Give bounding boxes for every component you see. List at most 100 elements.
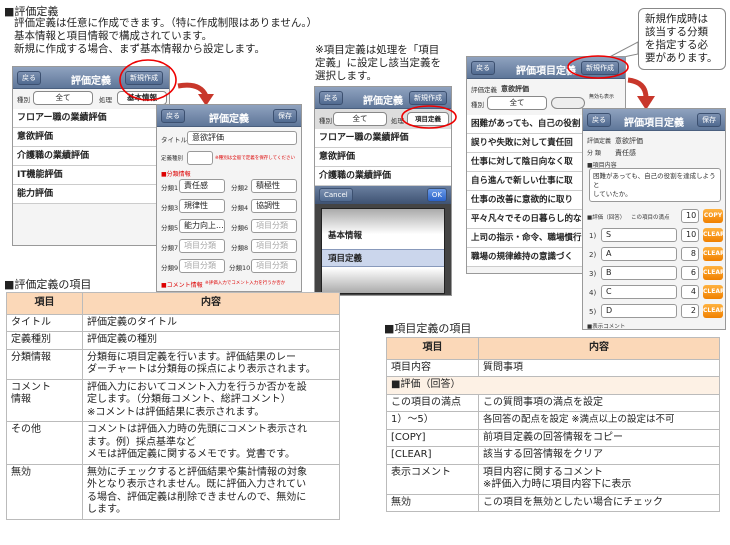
list-item[interactable]: IT機能評価 (13, 166, 169, 185)
type-select[interactable]: 全て (487, 96, 547, 110)
clear-button[interactable]: CLEAR (703, 304, 725, 318)
cat-label: 分類6 (231, 224, 249, 232)
cell-item: 項目内容 (386, 358, 479, 377)
cat-input[interactable]: 責任感 (179, 179, 225, 193)
answer-input[interactable]: B (601, 266, 677, 280)
cat-input[interactable]: 項目分類 (179, 239, 225, 253)
clear-button[interactable]: CLEAR (703, 247, 725, 261)
cat-input[interactable]: 項目分類 (251, 239, 297, 253)
cell-content: この項目を無効としたい場合にチェック (478, 493, 720, 512)
proc-label: 処理 (99, 96, 112, 104)
cat-label: 分 類 (587, 150, 601, 157)
type-label: 種別 (319, 117, 332, 125)
note-line: 選択します。 (315, 70, 377, 82)
cat-input[interactable]: 協調性 (251, 199, 297, 213)
nav-bar: 戻る 評価定義 保存 (157, 105, 301, 127)
list-item[interactable]: フロアー職の業績評価 (315, 129, 451, 148)
save-button[interactable]: 保存 (697, 113, 721, 127)
list-item[interactable]: 介護職の業績評価 (13, 147, 169, 166)
table-row: 無効 この項目を無効としたい場合にチェック (386, 493, 720, 512)
cat-label: 分類5 (161, 224, 179, 232)
list-item[interactable]: 能力評価 (13, 185, 169, 204)
clear-button[interactable]: CLEAR (703, 285, 725, 299)
score-input[interactable]: 8 (681, 247, 699, 261)
clear-button[interactable]: CLEAR (703, 228, 725, 242)
score-input[interactable]: 4 (681, 285, 699, 299)
col-header: 内容 (478, 337, 720, 360)
cancel-button[interactable]: Cancel (319, 188, 353, 202)
def-value: 意欲評価 (615, 137, 643, 145)
max-input[interactable]: 10 (681, 209, 699, 223)
col-header: 項目 (6, 292, 83, 315)
cat-input[interactable]: 項目分類 (179, 259, 225, 273)
item-text-line: 困難があっても、自己の役割を達成しようと (593, 172, 716, 189)
ok-button[interactable]: OK (426, 188, 447, 202)
table-row: [CLEAR] 該当する回答情報をクリア (386, 446, 720, 465)
score-input[interactable]: 10 (681, 228, 699, 242)
cell-content: この質問事項の満点を設定 (478, 393, 720, 412)
note-line: 定義」に設定し該当定義を (315, 57, 441, 69)
cell-content: 評価定義の種別 (82, 331, 340, 350)
type-select[interactable]: 全て (33, 91, 93, 105)
answer-input[interactable]: A (601, 247, 677, 261)
picker-option[interactable]: 基本情報 (328, 229, 362, 241)
list-item[interactable]: 意欲評価 (315, 148, 451, 167)
answer-input[interactable]: S (601, 228, 677, 242)
type-select[interactable]: 全て (333, 112, 387, 126)
cell-item: タイトル (6, 313, 83, 332)
cat-label: 分類2 (231, 184, 249, 192)
cell-content: 該当する回答情報をクリア (478, 446, 720, 465)
cell-item: 1）～5） (386, 411, 479, 430)
cell-content: 評価入力においてコメント入力を行うか否かを設 定します。（分類毎コメント、総評コ… (82, 378, 340, 422)
cell-item: 表示コメント (386, 463, 479, 495)
phone-eval-edit: 戻る 評価定義 保存 タイトル 意欲評価 定義種別 ※種別は全般で定義を保存して… (156, 104, 302, 292)
picker-wheel[interactable]: 基本情報 項目定義 (321, 208, 445, 294)
answer-number: 5) (589, 308, 597, 316)
cell-content: 各回答の配点を設定 ※満点以上の設定は不可 (478, 411, 720, 430)
intro-line: 基本情報と項目情報で構成されています。 (14, 30, 213, 42)
cat-input[interactable]: 項目分類 (251, 259, 297, 273)
cell-item: 定義種別 (6, 331, 83, 350)
comment-header: ■コメント情報 (161, 282, 203, 289)
cat-input[interactable]: 規律性 (179, 199, 225, 213)
table-row: 分類情報 分類毎に項目定義を行います。評価結果のレー ダーチャートは分類毎の採点… (6, 348, 340, 380)
title-input[interactable]: 意欲評価 (187, 131, 297, 145)
table-row: タイトル 評価定義のタイトル (6, 313, 340, 332)
max-label: この項目の満点 (631, 215, 670, 221)
cell-content: 項目内容に関するコメント ※評価入力時に項目内容下に表示 (478, 463, 720, 495)
new-button[interactable]: 新規作成 (409, 91, 447, 105)
clear-button[interactable]: CLEAR (703, 266, 725, 280)
table-row: [COPY] 前項目定義の回答情報をコピー (386, 428, 720, 447)
toggle-switch[interactable] (551, 97, 585, 109)
eval-label: ■評価（回答） (587, 215, 626, 221)
copy-button[interactable]: COPY (703, 209, 723, 223)
save-button[interactable]: 保存 (273, 109, 297, 123)
toggle-label: 無効も表示 (589, 94, 615, 100)
cat-label: 分類9 (161, 264, 179, 272)
list-item[interactable]: フロアー職の業績評価 (13, 109, 169, 128)
answer-input[interactable]: D (601, 304, 677, 318)
cat-label: 分類8 (231, 244, 249, 252)
list-item[interactable]: 意欲評価 (13, 128, 169, 147)
score-input[interactable]: 6 (681, 266, 699, 280)
kind-note: ※種別は全般で定義を保存してください (215, 156, 295, 161)
cat-input[interactable]: 能力向上... (179, 219, 225, 233)
item-text-line: していたか。 (593, 190, 632, 198)
table-row: コメント 情報 評価入力においてコメント入力を行うか否かを設 定します。（分類毎… (6, 378, 340, 422)
picker-option[interactable]: 項目定義 (328, 252, 362, 264)
cell-item: ■評価（回答） (386, 376, 720, 395)
list-item[interactable]: 介護職の業績評価 (315, 167, 451, 186)
cell-item: コメント 情報 (6, 378, 83, 422)
table-row: 表示コメント 項目内容に関するコメント ※評価入力時に項目内容下に表示 (386, 463, 720, 495)
item-textarea[interactable]: 困難があっても、自己の役割を達成しようと していたか。 (589, 168, 721, 202)
kind-select[interactable] (187, 151, 213, 165)
answer-input[interactable]: C (601, 285, 677, 299)
cat-input[interactable]: 積極性 (251, 179, 297, 193)
phone-item-edit: 戻る 評価項目定義 保存 評価定義 意欲評価 分 類 責任感 ■項目内容 困難が… (582, 108, 726, 330)
table-heading: ■評価定義の項目 (4, 278, 92, 291)
cat-input[interactable]: 項目分類 (251, 219, 297, 233)
score-input[interactable]: 2 (681, 304, 699, 318)
cell-content: 質問事項 (478, 358, 720, 377)
cell-item: その他 (6, 421, 83, 465)
cell-item: 分類情報 (6, 348, 83, 380)
